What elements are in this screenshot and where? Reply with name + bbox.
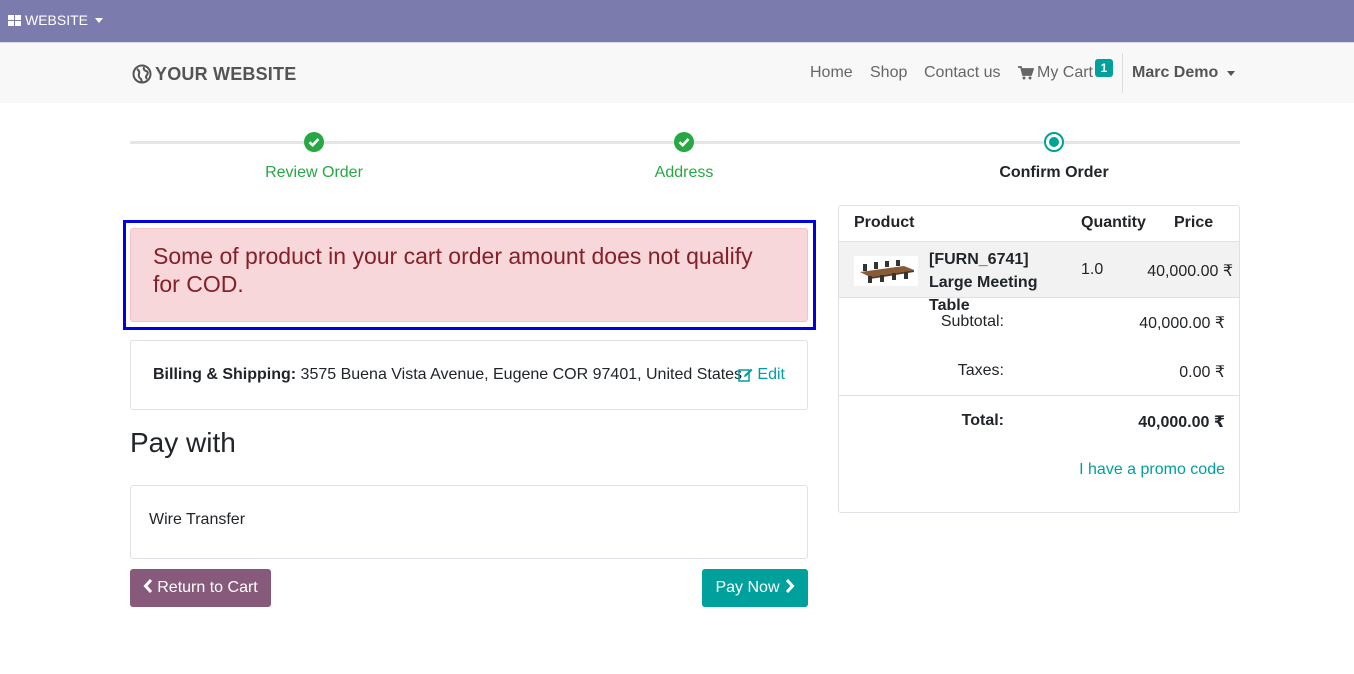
admin-bar: WEBSITE xyxy=(0,0,1354,42)
pay-now-label: Pay Now xyxy=(715,579,780,596)
caret-down-icon xyxy=(1227,70,1236,76)
site-logo[interactable]: YOUR WEBSITE xyxy=(132,55,296,93)
edit-address-link[interactable]: Edit xyxy=(738,366,785,384)
nav-home-link[interactable]: Home xyxy=(810,64,853,82)
chevron-left-icon xyxy=(143,578,157,598)
edit-icon xyxy=(738,368,753,382)
nav-contact[interactable]: Contact us xyxy=(924,43,1000,103)
billing-label: Billing & Shipping: xyxy=(153,366,297,383)
nav-shop[interactable]: Shop xyxy=(870,43,907,103)
apps-grid-icon xyxy=(8,14,21,26)
billing-shipping-card: Billing & Shipping: 3575 Buena Vista Ave… xyxy=(130,340,808,410)
payment-option-wire-transfer[interactable]: Wire Transfer xyxy=(130,485,808,559)
wizard-step-review-order[interactable]: Review Order xyxy=(214,164,414,182)
pay-with-heading: Pay with xyxy=(130,427,236,458)
nav-cart-link[interactable]: My Cart xyxy=(1037,64,1093,82)
nav-divider xyxy=(1122,53,1123,93)
nav-home[interactable]: Home xyxy=(810,43,853,103)
subtotal-label: Subtotal: xyxy=(940,313,1004,330)
website-menu-label: WEBSITE xyxy=(25,12,89,28)
taxes-value: 0.00 ₹ xyxy=(1179,364,1225,381)
cod-warning-alert: Some of product in your cart order amoun… xyxy=(130,228,808,322)
product-price: 40,000.00 ₹ xyxy=(1147,263,1233,280)
nav-shop-link[interactable]: Shop xyxy=(870,64,907,82)
edit-label: Edit xyxy=(757,366,785,383)
user-name: Marc Demo xyxy=(1132,64,1219,81)
cart-count-badge: 1 xyxy=(1095,59,1113,77)
check-circle-icon xyxy=(674,132,694,152)
order-line-row: [FURN_6741] Large Meeting Table 1.0 40,0… xyxy=(839,241,1239,314)
subtotal-value: 40,000.00 ₹ xyxy=(1139,315,1225,332)
header-product: Product xyxy=(854,214,915,231)
site-header: YOUR WEBSITE Home Shop Contact us My Car… xyxy=(0,42,1354,103)
nav-cart[interactable]: My Cart xyxy=(1018,43,1093,103)
caret-down-icon xyxy=(95,17,104,23)
wizard-step-confirm-order: Confirm Order xyxy=(999,164,1109,181)
payment-option-label: Wire Transfer xyxy=(149,511,246,528)
current-step-icon xyxy=(1044,132,1064,152)
taxes-label: Taxes: xyxy=(957,362,1004,379)
product-quantity: 1.0 xyxy=(1081,261,1104,278)
pay-now-button[interactable]: Pay Now xyxy=(702,569,808,607)
billing-text: Billing & Shipping: 3575 Buena Vista Ave… xyxy=(153,366,742,384)
nav-contact-link[interactable]: Contact us xyxy=(924,64,1000,82)
promo-code-link[interactable]: I have a promo code xyxy=(1079,461,1225,479)
product-name-link[interactable]: [FURN_6741] Large Meeting Table xyxy=(929,248,1074,317)
wizard-step-address[interactable]: Address xyxy=(584,164,784,182)
product-thumbnail xyxy=(854,256,918,286)
shopping-cart-icon xyxy=(1018,66,1034,80)
chevron-right-icon xyxy=(780,578,795,598)
globe-icon xyxy=(132,64,152,84)
total-value: 40,000.00 ₹ xyxy=(1138,414,1225,431)
website-menu[interactable]: WEBSITE xyxy=(8,12,104,28)
logo-text: YOUR WEBSITE xyxy=(155,63,297,84)
return-to-cart-label: Return to Cart xyxy=(157,579,258,596)
user-menu[interactable]: Marc Demo xyxy=(1132,43,1236,103)
check-circle-icon xyxy=(304,132,324,152)
summary-divider xyxy=(839,395,1239,396)
order-summary: Product Quantity Price [FURN_6741] Large… xyxy=(838,205,1240,513)
return-to-cart-button[interactable]: Return to Cart xyxy=(130,569,271,607)
total-label: Total: xyxy=(961,412,1004,429)
header-price: Price xyxy=(1174,214,1214,231)
billing-address: 3575 Buena Vista Avenue, Eugene COR 9740… xyxy=(300,366,743,383)
header-quantity: Quantity xyxy=(1081,214,1146,231)
